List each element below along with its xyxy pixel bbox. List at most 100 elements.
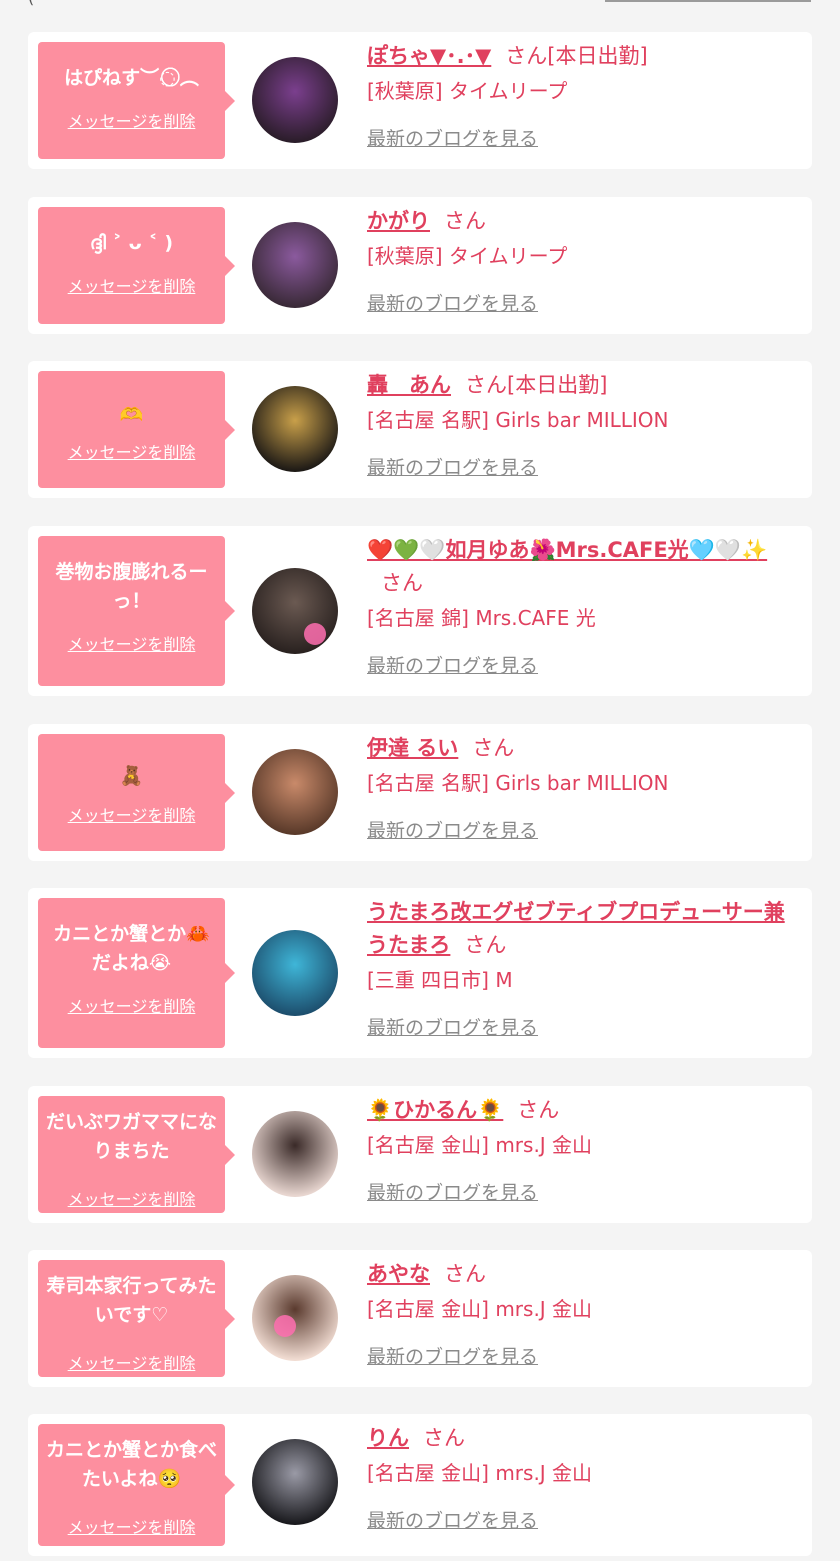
name-line: ぽちゃ▼･.･▼ さん[本日出勤] [367,40,794,73]
favorite-card: ദ്ദി ˃ ᴗ ˂ ) メッセージを削除 かがり さん [秋葉原] タイムリープ… [28,197,812,334]
shop-location: [名古屋 名駅] Girls bar MILLION [367,771,669,795]
avatar[interactable] [252,1439,338,1525]
cast-name-link[interactable]: かがり [367,209,430,233]
name-line: 🌻ひかるん🌻 さん [367,1094,794,1127]
shop-location: [三重 四日市] M [367,968,513,992]
heart-sticker-icon [274,1315,296,1337]
message-text: ദ്ദി ˃ ᴗ ˂ ) [89,232,174,254]
message-bubble: 🧸 メッセージを削除 [38,734,235,851]
message-text: 🧸 [119,765,144,787]
delete-message-link[interactable]: メッセージを削除 [38,631,225,655]
shop-location: [名古屋 金山] mrs.J 金山 [367,1297,593,1321]
delete-message-link[interactable]: メッセージを削除 [38,802,225,826]
message-text: はぴねす︶⁠◌ ⃝⃝︵ [64,67,199,89]
favorite-card: カニとか蟹とか🦀だよね😭 メッセージを削除 うたまろ改エグゼブティブプロデューサ… [28,888,812,1058]
latest-blog-link[interactable]: 最新のブログを見る [367,816,538,843]
latest-blog-link[interactable]: 最新のブログを見る [367,1342,538,1369]
message-text: 巻物お腹膨れるーっ！ [55,561,208,612]
favorite-card: だいぶワガママになりまちた メッセージを削除 🌻ひかるん🌻 さん [名古屋 金山]… [28,1086,812,1223]
avatar[interactable] [252,222,338,308]
message-text: 寿司本家行ってみたいです♡ [46,1275,217,1326]
cast-info: かがり さん [秋葉原] タイムリープ 最新のブログを見る [367,205,794,316]
message-text: だいぶワガママになりまちた [45,1111,217,1162]
name-suffix: さん [517,1098,560,1122]
message-bubble: だいぶワガママになりまちた メッセージを削除 [38,1096,235,1213]
latest-blog-link[interactable]: 最新のブログを見る [367,651,538,678]
delete-message-link[interactable]: メッセージを削除 [38,273,225,297]
favorite-card: 寿司本家行ってみたいです♡ メッセージを削除 あやな さん [名古屋 金山] mr… [28,1250,812,1387]
cast-info: うたまろ改エグゼブティブプロデューサー兼うたまろ さん [三重 四日市] M 最新… [367,896,794,1040]
delete-message-link[interactable]: メッセージを削除 [38,1186,225,1210]
message-bubble: はぴねす︶⁠◌ ⃝⃝︵ メッセージを削除 [38,42,235,159]
name-line: うたまろ改エグゼブティブプロデューサー兼うたまろ さん [367,896,794,962]
avatar[interactable] [252,749,338,835]
latest-blog-link[interactable]: 最新のブログを見る [367,289,538,316]
name-line: ❤️💚🤍如月ゆあ🌺Mrs.CAFE光🩵🤍✨ さん [367,534,794,600]
avatar[interactable] [252,386,338,472]
shop-location: [名古屋 名駅] Girls bar MILLION [367,408,669,432]
cast-info: 伊達 るい さん [名古屋 名駅] Girls bar MILLION 最新のブロ… [367,732,794,843]
shop-location: [名古屋 錦] Mrs.CAFE 光 [367,606,596,630]
name-suffix: さん[本日出勤] [465,373,608,397]
message-text: 🫶 [119,404,144,426]
cast-info: 🌻ひかるん🌻 さん [名古屋 金山] mrs.J 金山 最新のブログを見る [367,1094,794,1205]
delete-message-link[interactable]: メッセージを削除 [38,439,225,463]
message-bubble: カニとか蟹とか食べたいよね🥺 メッセージを削除 [38,1424,235,1546]
avatar[interactable] [252,930,338,1016]
name-line: 伊達 るい さん [367,732,794,765]
delete-message-link[interactable]: メッセージを削除 [38,108,225,132]
message-bubble: 🫶 メッセージを削除 [38,371,235,488]
avatar[interactable] [252,1275,338,1361]
latest-blog-link[interactable]: 最新のブログを見る [367,1013,538,1040]
name-suffix: さん[本日出勤] [505,44,648,68]
shop-location: [秋葉原] タイムリープ [367,79,568,103]
name-suffix: さん [423,1426,465,1450]
name-line: かがり さん [367,205,794,238]
latest-blog-link[interactable]: 最新のブログを見る [367,1506,538,1533]
message-text: カニとか蟹とか🦀だよね😭 [53,923,210,974]
delete-message-link[interactable]: メッセージを削除 [38,1514,225,1538]
shop-location: [名古屋 金山] mrs.J 金山 [367,1461,593,1485]
cast-name-link[interactable]: 轟 あん [367,373,451,397]
cast-name-link[interactable]: りん [367,1426,409,1450]
message-bubble: カニとか蟹とか🦀だよね😭 メッセージを削除 [38,898,235,1048]
name-suffix: さん [444,209,486,233]
header-divider [605,0,811,2]
cast-name-link[interactable]: うたまろ改エグゼブティブプロデューサー兼うたまろ [367,900,785,957]
header-partial-text: ( [28,0,34,7]
favorite-card: 🫶 メッセージを削除 轟 あん さん[本日出勤] [名古屋 名駅] Girls b… [28,361,812,498]
name-suffix: さん [444,1262,486,1286]
cast-name-link[interactable]: あやな [367,1262,430,1286]
message-text: カニとか蟹とか食べたいよね🥺 [45,1439,217,1490]
cast-info: りん さん [名古屋 金山] mrs.J 金山 最新のブログを見る [367,1422,794,1533]
avatar[interactable] [252,1111,338,1197]
cast-name-link[interactable]: ぽちゃ▼･.･▼ [367,44,491,68]
message-bubble: ദ്ദി ˃ ᴗ ˂ ) メッセージを削除 [38,207,235,324]
cast-info: ぽちゃ▼･.･▼ さん[本日出勤] [秋葉原] タイムリープ 最新のブログを見る [367,40,794,151]
delete-message-link[interactable]: メッセージを削除 [38,1350,225,1374]
latest-blog-link[interactable]: 最新のブログを見る [367,1178,538,1205]
cast-name-link[interactable]: 伊達 るい [367,736,458,760]
avatar[interactable] [252,57,338,143]
name-line: りん さん [367,1422,794,1455]
latest-blog-link[interactable]: 最新のブログを見る [367,124,538,151]
cast-info: 轟 あん さん[本日出勤] [名古屋 名駅] Girls bar MILLION … [367,369,794,480]
top-strip: ( [0,0,840,8]
shop-location: [秋葉原] タイムリープ [367,244,568,268]
shop-location: [名古屋 金山] mrs.J 金山 [367,1133,593,1157]
delete-message-link[interactable]: メッセージを削除 [38,993,225,1017]
cast-name-link[interactable]: ❤️💚🤍如月ゆあ🌺Mrs.CAFE光🩵🤍✨ [367,538,767,562]
cast-info: あやな さん [名古屋 金山] mrs.J 金山 最新のブログを見る [367,1258,794,1369]
avatar[interactable] [252,568,338,654]
message-bubble: 巻物お腹膨れるーっ！ メッセージを削除 [38,536,235,686]
cast-name-link[interactable]: 🌻ひかるん🌻 [367,1098,503,1122]
message-bubble: 寿司本家行ってみたいです♡ メッセージを削除 [38,1260,235,1377]
favorite-card: 🧸 メッセージを削除 伊達 るい さん [名古屋 名駅] Girls bar MI… [28,724,812,861]
name-suffix: さん [472,736,515,760]
name-line: あやな さん [367,1258,794,1291]
favorite-card: はぴねす︶⁠◌ ⃝⃝︵ メッセージを削除 ぽちゃ▼･.･▼ さん[本日出勤] [秋… [28,32,812,169]
name-line: 轟 あん さん[本日出勤] [367,369,794,402]
name-suffix: さん [381,571,423,595]
latest-blog-link[interactable]: 最新のブログを見る [367,453,538,480]
name-suffix: さん [464,933,507,957]
